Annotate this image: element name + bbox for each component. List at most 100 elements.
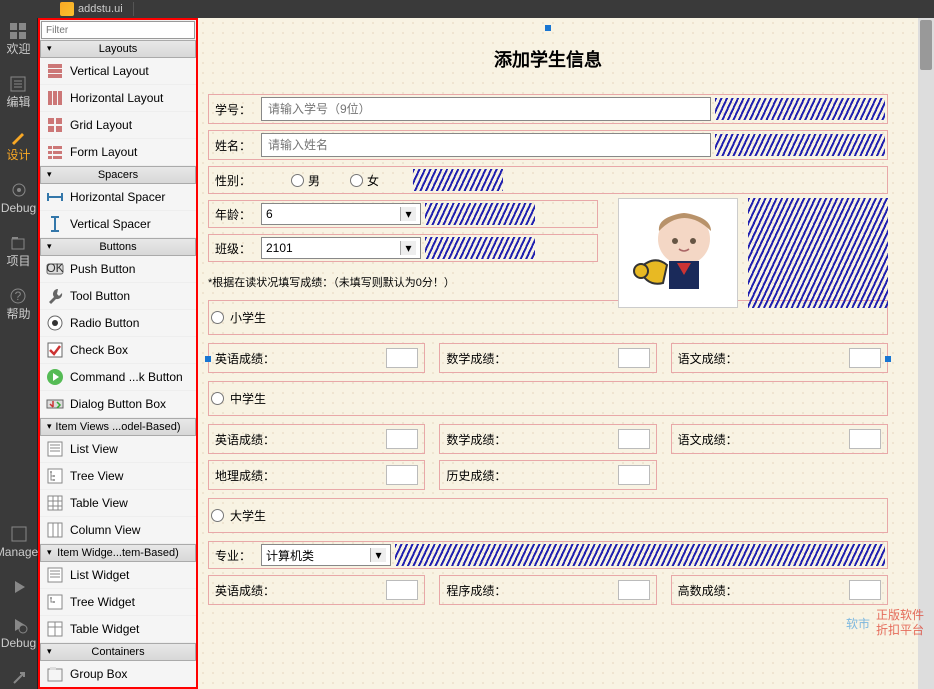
current-file: addstu.ui (78, 3, 123, 15)
sex-female-radio[interactable]: 女 (350, 172, 379, 189)
widget-item[interactable]: Grid Layout (40, 112, 196, 139)
widget-item[interactable]: Vertical Layout (40, 58, 196, 85)
score-input[interactable] (618, 580, 650, 600)
mode-debug-run[interactable]: Debug (1, 616, 36, 651)
widget-item[interactable]: List Widget (40, 562, 196, 589)
resize-handle[interactable] (205, 356, 211, 362)
widget-filter-input[interactable] (41, 21, 195, 39)
mode-edit[interactable]: 编辑 (6, 75, 30, 110)
widget-item[interactable]: Radio Button (40, 310, 196, 337)
mode-run[interactable] (10, 578, 28, 598)
name-label: 姓名： (211, 137, 261, 154)
score-input[interactable] (618, 429, 650, 449)
widget-icon (46, 341, 64, 359)
sex-label: 性别： (211, 172, 261, 189)
widget-item[interactable]: Form Layout (40, 139, 196, 166)
score-cn2: 语文成绩： (671, 424, 888, 454)
mode-projects[interactable]: 项目 (6, 234, 30, 269)
major-combo[interactable]: 计算机类▾ (261, 544, 391, 566)
score-input[interactable] (386, 465, 418, 485)
widget-label: Tree View (70, 469, 123, 483)
widget-list[interactable]: LayoutsVertical LayoutHorizontal Layout G… (40, 40, 196, 687)
widget-item[interactable]: Vertical Spacer (40, 211, 196, 238)
row-student-id: 学号： (208, 94, 888, 124)
score-geo: 地理成绩： (208, 460, 425, 490)
resize-handle[interactable] (545, 25, 551, 31)
widget-label: Form Layout (70, 145, 137, 159)
mode-manager[interactable]: Manager (0, 525, 42, 560)
widget-icon (46, 188, 64, 206)
svg-text:?: ? (15, 289, 22, 303)
widget-label: Radio Button (70, 316, 139, 330)
score-input[interactable] (386, 348, 418, 368)
score-input[interactable] (386, 580, 418, 600)
widget-icon (46, 314, 64, 332)
class-label: 班级： (211, 240, 261, 257)
stage-college-radio[interactable]: 大学生 (208, 498, 888, 533)
score-adv: 高数成绩： (671, 575, 888, 605)
widget-icon: OK (46, 260, 64, 278)
mode-welcome[interactable]: 欢迎 (6, 22, 30, 57)
widget-section-header[interactable]: Spacers (40, 166, 196, 184)
name-input[interactable] (261, 133, 711, 157)
widget-item[interactable]: Group Box (40, 661, 196, 687)
score-his: 历史成绩： (439, 460, 656, 490)
age-combo[interactable]: 6▾ (261, 203, 421, 225)
score-input[interactable] (618, 465, 650, 485)
widget-icon (46, 287, 64, 305)
chevron-down-icon: ▾ (370, 548, 386, 562)
score-input[interactable] (618, 348, 650, 368)
widget-item[interactable]: OK Push Button (40, 256, 196, 283)
score-input[interactable] (386, 429, 418, 449)
id-input[interactable] (261, 97, 711, 121)
widget-item[interactable]: Tool Button (40, 283, 196, 310)
resize-handle[interactable] (885, 356, 891, 362)
design-canvas[interactable]: 添加学生信息 学号： 姓名： 性别： 男 女 年龄： 6▾ (198, 18, 934, 689)
scrollbar-vertical[interactable] (918, 18, 934, 689)
score-input[interactable] (849, 580, 881, 600)
widget-box: LayoutsVertical LayoutHorizontal Layout G… (38, 18, 198, 689)
score-input[interactable] (849, 429, 881, 449)
widget-icon (46, 368, 64, 386)
form-root[interactable]: 添加学生信息 学号： 姓名： 性别： 男 女 年龄： 6▾ (208, 28, 888, 689)
widget-label: List View (70, 442, 118, 456)
watermark: 软市 正版软件折扣平台 (846, 608, 924, 639)
chevron-down-icon: ▾ (400, 241, 416, 255)
widget-item[interactable]: Table View (40, 490, 196, 517)
spacer-icon (413, 169, 503, 191)
widget-item[interactable]: Tree View (40, 463, 196, 490)
widget-item[interactable]: Table Widget (40, 616, 196, 643)
widget-item[interactable]: List View (40, 436, 196, 463)
mode-design[interactable]: 设计 (6, 128, 30, 163)
file-icon (60, 2, 74, 16)
widget-item[interactable]: Column View (40, 517, 196, 544)
row-class: 班级： 2101▾ (208, 234, 598, 262)
widget-item[interactable]: Horizontal Layout (40, 85, 196, 112)
widget-item[interactable]: Horizontal Spacer (40, 184, 196, 211)
sex-male-radio[interactable]: 男 (291, 172, 320, 189)
widget-item[interactable]: Command ...k Button (40, 364, 196, 391)
mode-help[interactable]: ?帮助 (6, 287, 30, 322)
widget-item[interactable]: Dialog Button Box (40, 391, 196, 418)
widget-item[interactable]: Check Box (40, 337, 196, 364)
widget-label: Column View (70, 523, 140, 537)
widget-section-header[interactable]: Item Views ...odel-Based) (40, 418, 196, 436)
widget-section-header[interactable]: Layouts (40, 40, 196, 58)
page-title: 添加学生信息 (208, 46, 888, 72)
class-combo[interactable]: 2101▾ (261, 237, 421, 259)
mode-debug[interactable]: Debug (1, 181, 36, 216)
widget-section-header[interactable]: Buttons (40, 238, 196, 256)
score-cn: 语文成绩： (671, 343, 888, 373)
stage-middle-radio[interactable]: 中学生 (208, 381, 888, 416)
widget-item[interactable]: Tree Widget (40, 589, 196, 616)
spacer-icon (425, 203, 535, 225)
score-input[interactable] (849, 348, 881, 368)
widget-label: Tree Widget (70, 595, 135, 609)
widget-label: Grid Layout (70, 118, 132, 132)
score-math2: 数学成绩： (439, 424, 656, 454)
widget-section-header[interactable]: Containers (40, 643, 196, 661)
mode-build[interactable] (10, 669, 28, 689)
widget-section-header[interactable]: Item Widge...tem-Based) (40, 544, 196, 562)
widget-label: Group Box (70, 667, 127, 681)
widget-label: Push Button (70, 262, 135, 276)
